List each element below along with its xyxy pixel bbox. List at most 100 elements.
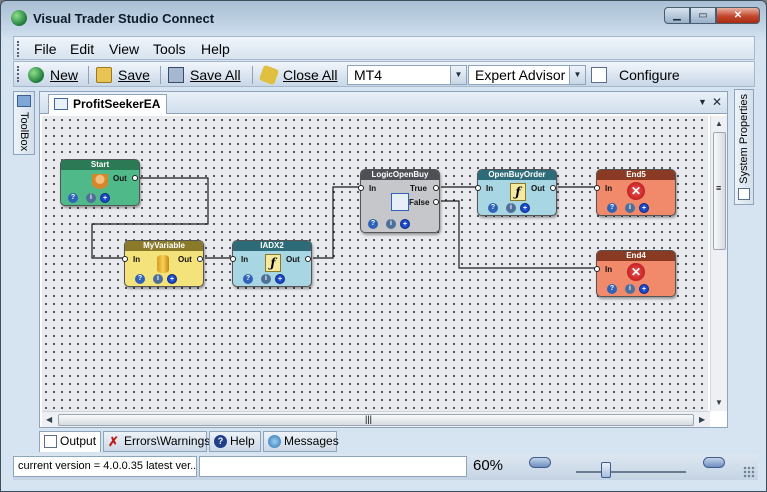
zoom-out-button[interactable]	[529, 457, 551, 468]
port-label-out: Out	[178, 255, 192, 264]
title-bar: Visual Trader Studio Connect ▁ ▭ ✕	[1, 1, 766, 35]
input-port[interactable]	[122, 256, 128, 262]
toolbar-separator	[160, 66, 161, 84]
minimize-button[interactable]: ▁	[664, 7, 690, 24]
chevron-down-icon[interactable]: ▼	[569, 66, 585, 84]
configure-icon	[591, 67, 607, 83]
horizontal-scroll-thumb[interactable]: |||	[58, 414, 694, 426]
menu-edit[interactable]: Edit	[70, 41, 94, 57]
node-iadx2[interactable]: IADX2 In ƒ Out ? i +	[230, 240, 312, 287]
output-port[interactable]	[132, 175, 138, 181]
input-port[interactable]	[230, 256, 236, 262]
scroll-left-icon[interactable]: ◀	[46, 415, 52, 424]
tab-messages[interactable]: Messages	[263, 431, 339, 452]
help-icon[interactable]: ?	[488, 203, 498, 213]
zoom-level: 60%	[473, 457, 504, 474]
help-icon[interactable]: ?	[243, 274, 253, 284]
false-output-port[interactable]	[433, 199, 439, 205]
input-port[interactable]	[475, 185, 481, 191]
stop-x-icon: ✕	[627, 182, 645, 200]
help-icon[interactable]: ?	[368, 219, 378, 229]
info-icon[interactable]: i	[153, 274, 163, 284]
system-properties-side-tab[interactable]: System Properties	[734, 89, 754, 205]
menu-view[interactable]: View	[109, 41, 139, 57]
help-icon[interactable]: ?	[68, 193, 78, 203]
node-openbuyorder[interactable]: OpenBuyOrder In ƒ Out ? i +	[475, 169, 557, 216]
tab-help[interactable]: ? Help	[209, 431, 261, 452]
output-port[interactable]	[305, 256, 311, 262]
resize-grip-icon[interactable]	[743, 466, 755, 478]
chevron-down-icon[interactable]: ▼	[450, 66, 466, 84]
vertical-scroll-thumb[interactable]: ≡	[713, 132, 726, 250]
node-myvariable[interactable]: MyVariable In Out ? i +	[122, 240, 204, 287]
strategy-canvas[interactable]: Start Out ? i + MyVariable In Out ? i +	[42, 116, 708, 411]
scroll-right-icon[interactable]: ▶	[699, 415, 705, 424]
tab-errors-warnings[interactable]: ✗ Errors\Warnings	[103, 431, 210, 452]
info-icon[interactable]: i	[261, 274, 271, 284]
close-window-button[interactable]: ✕	[716, 7, 760, 24]
info-icon[interactable]: i	[86, 193, 96, 203]
configure-button[interactable]: Configure	[591, 65, 680, 85]
port-label-out: Out	[286, 255, 300, 264]
port-label-in: In	[369, 184, 377, 193]
input-port[interactable]	[358, 185, 364, 191]
help-icon[interactable]: ?	[135, 274, 145, 284]
input-port[interactable]	[594, 266, 600, 272]
node-logicopenbuy[interactable]: LogicOpenBuy In True False ? i +	[358, 169, 440, 233]
add-icon[interactable]: +	[100, 193, 110, 203]
toolbox-side-tab[interactable]: ToolBox	[13, 91, 35, 155]
variable-cylinder-icon	[157, 255, 169, 273]
input-port[interactable]	[594, 185, 600, 191]
output-port[interactable]	[550, 185, 556, 191]
add-icon[interactable]: +	[275, 274, 285, 284]
node-end5[interactable]: End5 In ✕ ? i +	[594, 169, 676, 216]
document-panel: ProfitSeekerEA ▼ ✕ Start Out ? i + MyVar…	[39, 91, 728, 428]
scroll-up-icon[interactable]: ▲	[715, 119, 723, 128]
scroll-down-icon[interactable]: ▼	[715, 398, 723, 407]
zoom-slider-thumb[interactable]	[601, 462, 611, 478]
help-icon[interactable]: ?	[607, 203, 617, 213]
zoom-in-button[interactable]	[703, 457, 725, 468]
node-end4[interactable]: End4 In ✕ ? i +	[594, 250, 676, 297]
add-icon[interactable]: +	[520, 203, 530, 213]
zoom-slider-track[interactable]	[576, 471, 686, 473]
vertical-scrollbar[interactable]: ▲ ≡ ▼	[710, 116, 727, 411]
menu-help[interactable]: Help	[201, 41, 230, 57]
add-icon[interactable]: +	[639, 203, 649, 213]
maximize-button[interactable]: ▭	[690, 7, 716, 24]
output-icon	[44, 435, 57, 448]
help-icon[interactable]: ?	[607, 284, 617, 294]
close-document-icon[interactable]: ✕	[712, 95, 722, 109]
output-port[interactable]	[197, 256, 203, 262]
save-label: Save	[118, 67, 150, 83]
ea-type-select[interactable]: Expert Advisor ▼	[468, 65, 586, 85]
info-icon[interactable]: i	[386, 219, 396, 229]
document-tab-bar: ProfitSeekerEA ▼ ✕	[40, 92, 727, 114]
info-icon[interactable]: i	[506, 203, 516, 213]
info-icon[interactable]: i	[625, 284, 635, 294]
node-start[interactable]: Start Out ? i +	[60, 159, 140, 206]
platform-select[interactable]: MT4 ▼	[347, 65, 467, 85]
menu-grip-icon[interactable]	[17, 41, 20, 57]
true-output-port[interactable]	[433, 185, 439, 191]
add-icon[interactable]: +	[639, 284, 649, 294]
add-icon[interactable]: +	[400, 219, 410, 229]
tab-output[interactable]: Output	[39, 431, 101, 452]
info-icon[interactable]: i	[625, 203, 635, 213]
tab-list-dropdown-icon[interactable]: ▼	[698, 97, 707, 107]
toolbar-grip-icon[interactable]	[17, 66, 20, 82]
node-title: End4	[597, 251, 675, 261]
tab-profitseekerea[interactable]: ProfitSeekerEA	[48, 94, 168, 114]
save-button[interactable]: Save	[96, 65, 150, 85]
tab-help-label: Help	[230, 434, 255, 448]
menu-file[interactable]: File	[34, 41, 57, 57]
save-all-button[interactable]: Save All	[168, 65, 241, 85]
messages-icon	[268, 435, 281, 448]
version-status: current version = 4.0.0.35 latest ver...	[13, 456, 197, 477]
person-icon	[92, 174, 108, 192]
close-all-button[interactable]: Close All	[258, 64, 337, 86]
menu-tools[interactable]: Tools	[153, 41, 186, 57]
add-icon[interactable]: +	[167, 274, 177, 284]
horizontal-scrollbar[interactable]: ◀ ||| ▶	[42, 411, 710, 427]
new-button[interactable]: New	[28, 65, 78, 85]
